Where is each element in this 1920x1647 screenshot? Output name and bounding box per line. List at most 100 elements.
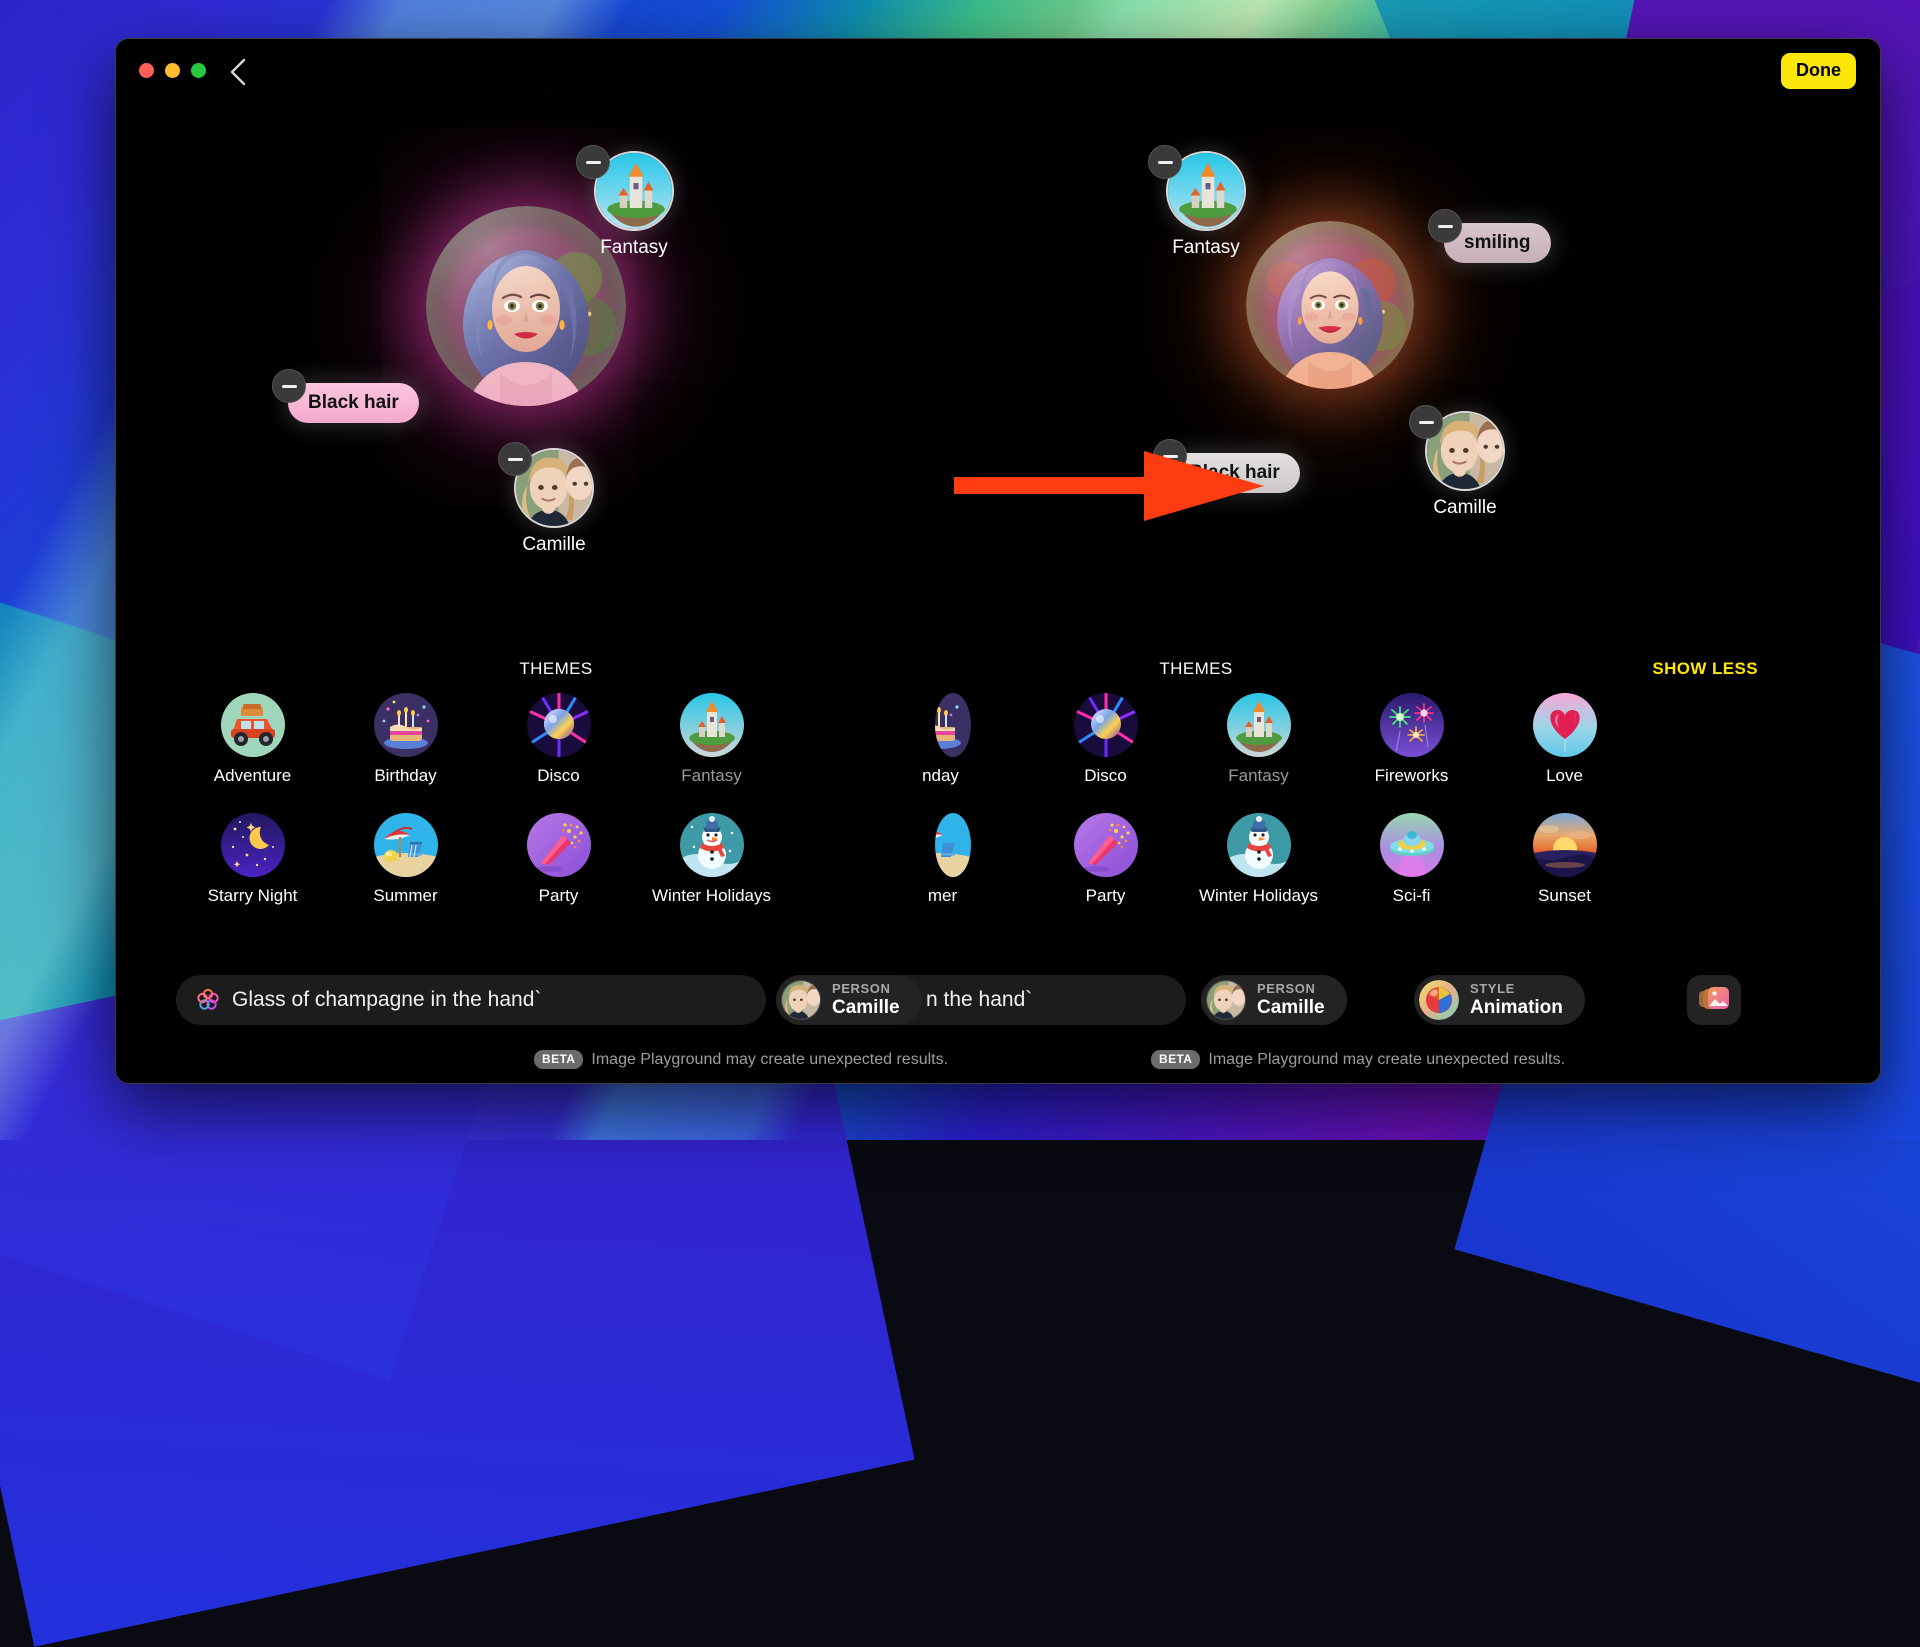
person-chip-right[interactable]: PERSON Camille [1201, 975, 1347, 1025]
person-photo-icon [1206, 980, 1246, 1020]
theme-item-winter-holidays[interactable]: Winter Holidays [635, 813, 788, 906]
minus-icon [508, 458, 523, 461]
remove-token-button[interactable] [1409, 405, 1443, 439]
theme-item-winter-holidays[interactable]: Winter Holidays [1182, 813, 1335, 906]
disco-ball-icon [527, 693, 591, 757]
generated-image-left[interactable] [426, 206, 626, 406]
sunset-icon [1533, 813, 1597, 877]
image-picker-button[interactable] [1687, 975, 1741, 1025]
theme-item-disco[interactable]: Disco [1029, 693, 1182, 786]
theme-item-disco[interactable]: Disco [482, 693, 635, 786]
theme-item-sunset[interactable]: Sunset [1488, 813, 1641, 906]
theme-item-fantasy[interactable]: Fantasy [635, 693, 788, 786]
theme-label: Fireworks [1375, 766, 1449, 786]
image-content [1246, 221, 1414, 389]
theme-label: Party [1086, 886, 1126, 906]
theme-label: Disco [1084, 766, 1127, 786]
theme-item-fantasy[interactable]: Fantasy [1182, 693, 1335, 786]
birthday-cake-icon [374, 693, 438, 757]
image-playground-window: Done [115, 38, 1881, 1084]
theme-label: Sci-fi [1393, 886, 1431, 906]
theme-item-fireworks[interactable]: Fireworks [1335, 693, 1488, 786]
disco-ball-icon [1074, 693, 1138, 757]
heart-balloon-icon [1533, 693, 1597, 757]
token-person-camille[interactable]: Camille [1425, 411, 1505, 491]
snowman-icon [1227, 813, 1291, 877]
right-arrow-annotation [954, 441, 1264, 531]
beta-footer-right: BETA Image Playground may create unexpec… [1151, 1050, 1565, 1069]
minus-icon [1419, 421, 1434, 424]
composition-left: Fantasy Black hair [126, 101, 986, 681]
image-content [426, 206, 626, 406]
snowman-icon [680, 813, 744, 877]
composition-canvas: Fantasy Black hair [116, 101, 1880, 681]
theme-item-summer-clipped[interactable]: mer [876, 813, 1029, 906]
theme-item-love[interactable]: Love [1488, 693, 1641, 786]
token-attribute-black-hair[interactable]: Black hair [288, 383, 419, 423]
done-button[interactable]: Done [1781, 53, 1856, 89]
token-theme-fantasy[interactable]: Fantasy [1166, 151, 1246, 231]
person-chip-middle[interactable]: PERSON Camille [776, 975, 922, 1025]
sparkle-flower-icon [194, 986, 222, 1014]
theme-item-birthday[interactable]: Birthday [329, 693, 482, 786]
minimize-button[interactable] [165, 63, 180, 78]
back-button[interactable] [221, 55, 255, 89]
bottom-toolbar: Glass of champagne in the hand` [116, 967, 1880, 1083]
themes-header: THEMES [176, 659, 936, 679]
minus-icon [1158, 161, 1173, 164]
fireworks-icon [1380, 693, 1444, 757]
theme-item-sci-fi[interactable]: Sci-fi [1335, 813, 1488, 906]
remove-token-button[interactable] [272, 369, 306, 403]
castle-island-icon [680, 693, 744, 757]
style-chip[interactable]: STYLE Animation [1414, 975, 1585, 1025]
color-ball-icon [1419, 980, 1459, 1020]
remove-token-button[interactable] [498, 442, 532, 476]
person-chip-kicker: PERSON [832, 982, 900, 997]
castle-island-icon [1227, 693, 1291, 757]
moon-stars-icon [221, 813, 285, 877]
theme-label: Winter Holidays [652, 886, 771, 906]
theme-item-starry-night[interactable]: Starry Night [176, 813, 329, 906]
token-label: Fantasy [600, 237, 668, 259]
remove-token-button[interactable] [1148, 145, 1182, 179]
theme-item-adventure[interactable]: Adventure [176, 693, 329, 786]
remove-token-button[interactable] [576, 145, 610, 179]
theme-item-birthday-clipped[interactable]: nday [876, 693, 1029, 786]
token-label: Fantasy [1172, 237, 1240, 259]
beta-disclaimer: Image Playground may create unexpected r… [1208, 1051, 1565, 1069]
generated-image-right[interactable] [1246, 221, 1414, 389]
remove-token-button[interactable] [1428, 209, 1462, 243]
prompt-field-left[interactable]: Glass of champagne in the hand` [176, 975, 766, 1025]
minus-icon [1438, 225, 1453, 228]
prompt-text-right: n the hand` [926, 988, 1032, 1012]
ufo-icon [1380, 813, 1444, 877]
token-chip-label: Black hair [288, 383, 419, 423]
show-less-button[interactable]: SHOW LESS [1652, 659, 1758, 679]
theme-item-party[interactable]: Party [1029, 813, 1182, 906]
theme-item-summer[interactable]: Summer [329, 813, 482, 906]
themes-panel-right: THEMES SHOW LESS [876, 659, 1776, 969]
style-chip-kicker: STYLE [1470, 982, 1563, 997]
theme-item-party[interactable]: Party [482, 813, 635, 906]
token-attribute-smiling[interactable]: smiling [1444, 223, 1551, 263]
person-chip-kicker: PERSON [1257, 982, 1325, 997]
token-person-camille[interactable]: Camille [514, 448, 594, 528]
close-button[interactable] [139, 63, 154, 78]
beta-footer-left: BETA Image Playground may create unexpec… [534, 1050, 948, 1069]
chevron-left-icon [227, 56, 249, 88]
themes-panel-left: THEMES [176, 659, 936, 969]
beta-disclaimer: Image Playground may create unexpected r… [591, 1051, 948, 1069]
themes-row-1: Adventure [176, 693, 936, 786]
themes-row-2: mer [876, 813, 1776, 906]
beach-icon [374, 813, 438, 877]
composition-right: Fantasy smiling Black hair [916, 101, 1776, 681]
token-theme-fantasy[interactable]: Fantasy [594, 151, 674, 231]
theme-label: Fantasy [1228, 766, 1288, 786]
zoom-button[interactable] [191, 63, 206, 78]
person-chip-value: Camille [832, 997, 900, 1018]
token-label: Camille [522, 534, 585, 556]
jeep-icon [221, 693, 285, 757]
themes-section: THEMES [116, 659, 1880, 969]
themes-row-1: nday [876, 693, 1776, 786]
theme-label: nday [922, 766, 959, 786]
